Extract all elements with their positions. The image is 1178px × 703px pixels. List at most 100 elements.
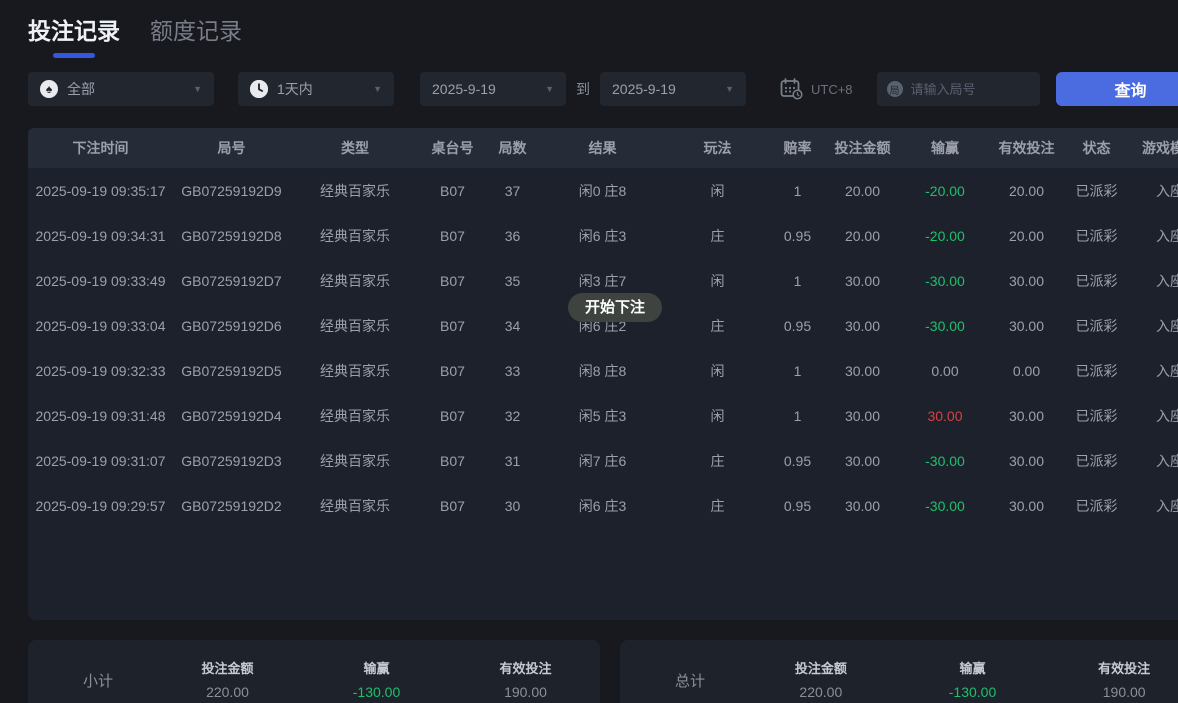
stat-label: 输赢 [302, 658, 451, 677]
total-panel: 总计 投注金额 220.00 输赢 -130.00 有效投注 190.00 [620, 640, 1178, 703]
cell-win-lose: 0.00 [900, 363, 990, 379]
active-tab-underline [53, 53, 95, 58]
cell-odds: 0.95 [770, 453, 825, 469]
filter-bar: ♠ 全部 ▼ 1天内 ▼ 2025-9-19 ▼ 到 2025-9-19 ▼ [28, 72, 1178, 106]
cell-round-id: GB07259192D5 [173, 363, 290, 379]
time-range-dropdown[interactable]: 1天内 ▼ [238, 72, 394, 106]
tab-bet-records[interactable]: 投注记录 [28, 12, 120, 58]
column-header: 下注时间 [28, 138, 173, 158]
column-header: 结果 [540, 138, 665, 158]
cell-table-no: B07 [420, 453, 485, 469]
cell-win-lose: -20.00 [900, 183, 990, 199]
tab-quota-records-label: 额度记录 [150, 18, 242, 44]
cell-result: 闲6 庄3 [540, 496, 665, 516]
cell-game-type: 经典百家乐 [290, 181, 420, 201]
cell-valid-bet: 30.00 [990, 408, 1063, 424]
stat-value: 190.00 [1048, 684, 1178, 700]
calendar-clock-icon [780, 78, 803, 100]
cell-game-type: 经典百家乐 [290, 361, 420, 381]
round-search-field[interactable]: 局 [877, 72, 1040, 106]
total-bet-amount: 投注金额 220.00 [745, 658, 897, 702]
cell-status: 已派彩 [1063, 361, 1130, 381]
cell-bet-amount: 30.00 [825, 498, 900, 514]
cell-odds: 0.95 [770, 318, 825, 334]
stat-value: -130.00 [302, 684, 451, 700]
column-header: 游戏模式 [1130, 138, 1178, 158]
date-from-dropdown[interactable]: 2025-9-19 ▼ [420, 72, 566, 106]
subtotal-bet-amount: 投注金额 220.00 [153, 658, 302, 702]
column-header: 桌台号 [420, 138, 485, 158]
cell-bet-time: 2025-09-19 09:31:48 [28, 408, 173, 424]
search-button[interactable]: 查询 [1056, 72, 1178, 106]
chevron-down-icon: ▼ [373, 84, 382, 94]
column-header: 赔率 [770, 138, 825, 158]
cell-valid-bet: 30.00 [990, 318, 1063, 334]
cell-status: 已派彩 [1063, 496, 1130, 516]
game-type-value: 全部 [67, 79, 95, 99]
cell-table-no: B07 [420, 183, 485, 199]
cell-win-lose: 30.00 [900, 408, 990, 424]
table-row[interactable]: 2025-09-19 09:29:57 GB07259192D2 经典百家乐 B… [28, 483, 1178, 528]
cell-bet-amount: 30.00 [825, 363, 900, 379]
cell-status: 已派彩 [1063, 316, 1130, 336]
date-to-label: 到 [576, 79, 590, 99]
date-to-dropdown[interactable]: 2025-9-19 ▼ [600, 72, 746, 106]
table-body: 2025-09-19 09:35:17 GB07259192D9 经典百家乐 B… [28, 168, 1178, 528]
chevron-down-icon: ▼ [193, 84, 202, 94]
cell-odds: 1 [770, 273, 825, 289]
round-search-input[interactable] [911, 82, 1021, 97]
cell-game-type: 经典百家乐 [290, 451, 420, 471]
cell-game-mode: 入座 [1130, 271, 1178, 291]
cell-bet-amount: 20.00 [825, 183, 900, 199]
cell-table-no: B07 [420, 363, 485, 379]
cell-bet-time: 2025-09-19 09:29:57 [28, 498, 173, 514]
total-win-lose: 输赢 -130.00 [897, 658, 1049, 702]
cell-game-mode: 入座 [1130, 226, 1178, 246]
tab-quota-records[interactable]: 额度记录 [150, 12, 242, 58]
cell-play: 闲 [665, 271, 770, 291]
cell-bet-time: 2025-09-19 09:35:17 [28, 183, 173, 199]
cell-odds: 1 [770, 363, 825, 379]
cell-round-id: GB07259192D2 [173, 498, 290, 514]
date-to-value: 2025-9-19 [612, 81, 676, 97]
column-header: 局数 [485, 138, 540, 158]
table-row[interactable]: 2025-09-19 09:31:07 GB07259192D3 经典百家乐 B… [28, 438, 1178, 483]
cell-game-type: 经典百家乐 [290, 226, 420, 246]
bet-records-table: 下注时间局号类型桌台号局数结果玩法赔率投注金额输赢有效投注状态游戏模式 2025… [28, 128, 1178, 620]
table-row[interactable]: 2025-09-19 09:35:17 GB07259192D9 经典百家乐 B… [28, 168, 1178, 213]
cell-odds: 0.95 [770, 228, 825, 244]
column-header: 投注金额 [825, 138, 900, 158]
cell-odds: 1 [770, 183, 825, 199]
cell-status: 已派彩 [1063, 271, 1130, 291]
cell-bet-amount: 30.00 [825, 408, 900, 424]
column-header: 类型 [290, 138, 420, 158]
cell-game-mode: 入座 [1130, 361, 1178, 381]
cell-bet-time: 2025-09-19 09:32:33 [28, 363, 173, 379]
cell-game-no: 36 [485, 228, 540, 244]
tab-bet-records-label: 投注记录 [28, 18, 120, 44]
cell-round-id: GB07259192D3 [173, 453, 290, 469]
cell-play: 庄 [665, 496, 770, 516]
timezone-value: UTC+8 [811, 82, 853, 97]
game-type-dropdown[interactable]: ♠ 全部 ▼ [28, 72, 214, 106]
table-row[interactable]: 2025-09-19 09:32:33 GB07259192D5 经典百家乐 B… [28, 348, 1178, 393]
cell-valid-bet: 30.00 [990, 273, 1063, 289]
cell-win-lose: -30.00 [900, 453, 990, 469]
stat-label: 投注金额 [745, 658, 897, 677]
cell-valid-bet: 30.00 [990, 498, 1063, 514]
total-label: 总计 [620, 670, 745, 691]
subtotal-valid-bet: 有效投注 190.00 [451, 658, 600, 702]
table-row[interactable]: 2025-09-19 09:31:48 GB07259192D4 经典百家乐 B… [28, 393, 1178, 438]
cell-game-no: 34 [485, 318, 540, 334]
cell-valid-bet: 0.00 [990, 363, 1063, 379]
cell-game-mode: 入座 [1130, 406, 1178, 426]
stat-label: 有效投注 [1048, 658, 1178, 677]
cell-odds: 0.95 [770, 498, 825, 514]
cell-win-lose: -30.00 [900, 318, 990, 334]
subtotal-panel: 小计 投注金额 220.00 输赢 -130.00 有效投注 190.00 [28, 640, 600, 703]
start-betting-toast: 开始下注 [568, 293, 662, 322]
cell-bet-amount: 30.00 [825, 453, 900, 469]
cell-bet-amount: 30.00 [825, 273, 900, 289]
cell-game-no: 37 [485, 183, 540, 199]
table-row[interactable]: 2025-09-19 09:34:31 GB07259192D8 经典百家乐 B… [28, 213, 1178, 258]
